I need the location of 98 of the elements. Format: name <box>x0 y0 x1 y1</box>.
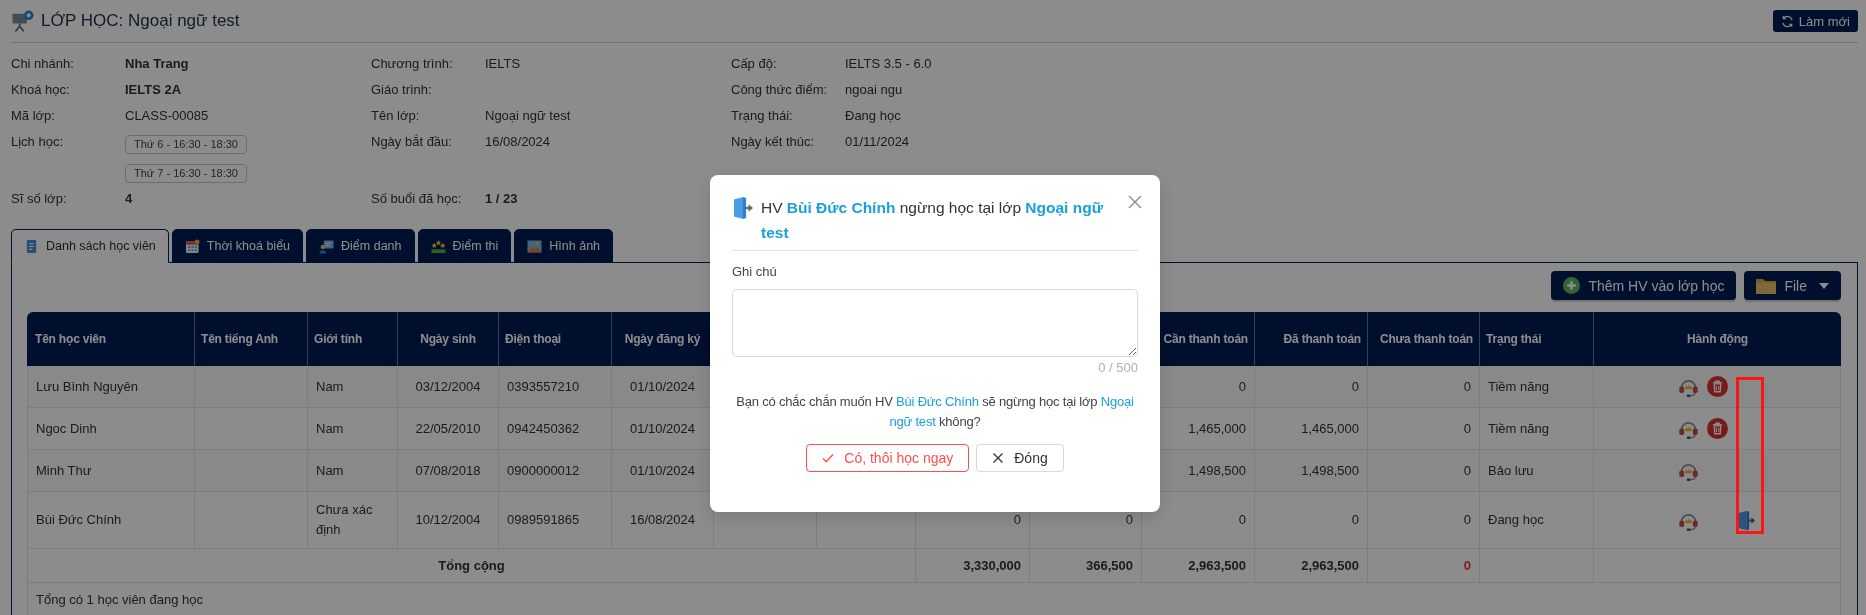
info-label: Chi nhánh: <box>11 55 74 73</box>
total-cell: 366,500 <box>1030 549 1142 583</box>
info-label: Giáo trình: <box>371 81 432 99</box>
character-counter: 0 / 500 <box>1098 360 1138 376</box>
table-cell: 07/08/2018 <box>398 450 499 492</box>
tab[interactable]: Điểm danh <box>306 229 415 263</box>
table-cell: 10/12/2004 <box>398 492 499 549</box>
page-title: LỚP HỌC: Ngoại ngữ test <box>41 11 240 31</box>
table-cell: Bảo lưu <box>1480 450 1594 492</box>
close-button[interactable] <box>1128 195 1142 209</box>
column-header: Hành động <box>1594 312 1841 366</box>
tab[interactable]: Danh sách học viên <box>11 229 169 263</box>
table-cell: Tiềm năng <box>1480 366 1594 408</box>
info-value: 01/11/2024 <box>845 133 910 151</box>
note-field[interactable] <box>732 289 1138 357</box>
table-cell: 0 <box>1368 492 1480 549</box>
column-header: Ngày sinh <box>398 312 499 366</box>
info-value: IELTS 3.5 - 6.0 <box>845 55 932 73</box>
table-cell: Nam <box>308 450 398 492</box>
trash-icon[interactable] <box>1706 376 1728 397</box>
table-cell: 1,498,500 <box>1255 450 1368 492</box>
info-label: Mã lớp: <box>11 107 55 125</box>
plus-icon <box>1563 277 1581 294</box>
total-cell: 3,330,000 <box>916 549 1030 583</box>
table-cell: 0 <box>1368 366 1480 408</box>
file-button[interactable]: File <box>1744 271 1841 300</box>
info-value: Ngoại ngữ test <box>485 107 571 125</box>
refresh-icon <box>1780 14 1794 28</box>
trash-icon[interactable] <box>1706 418 1728 439</box>
easel-icon <box>11 9 34 33</box>
info-value: Đang học <box>845 107 901 125</box>
total-cell: 2,963,500 <box>1255 549 1368 583</box>
summary-text: Tổng có 1 học viên đang học <box>27 583 1841 615</box>
info-label: Công thức điểm: <box>731 81 828 99</box>
info-label: Ngày kết thúc: <box>731 133 815 151</box>
table-cell: Đang học <box>1480 492 1594 549</box>
caret-icon <box>1819 282 1829 289</box>
info-label: Tên lớp: <box>371 107 420 125</box>
info-value: 4 <box>125 190 133 208</box>
column-header: Đã thanh toán <box>1255 312 1368 366</box>
folder-icon <box>1756 277 1777 294</box>
schedule-tag: Thứ 7 - 16:30 - 18:30 <box>125 164 247 183</box>
table-cell: Nam <box>308 366 398 408</box>
confirm-button[interactable]: Có, thôi học ngay <box>806 444 970 472</box>
info-label: Cấp độ: <box>731 55 777 73</box>
calendar-icon <box>184 238 200 254</box>
tab[interactable]: Điểm thi <box>417 229 512 263</box>
info-value: IELTS <box>485 55 521 73</box>
column-header: Điện thoại <box>499 312 612 366</box>
presentation-icon <box>319 238 335 254</box>
info-value: IELTS 2A <box>125 81 182 99</box>
total-label: Tổng cộng <box>27 549 916 583</box>
column-header: Tên tiếng Anh <box>195 312 308 366</box>
confirmation-message: Bạn có chắc chắn muốn HV Bùi Đức Chính sẽ ngừng học tại lớp Ngoại ngữ test không? <box>735 393 1135 431</box>
table-cell: 0 <box>1368 450 1480 492</box>
table-cell: Bùi Đức Chính <box>27 492 195 549</box>
column-header: Tên học viên <box>27 312 195 366</box>
table-cell: Lưu Bình Nguyên <box>27 366 195 408</box>
info-label: Số buổi đã học: <box>371 190 462 208</box>
info-label: Lịch học: <box>11 133 64 151</box>
info-value: 16/08/2024 <box>485 133 551 151</box>
add-student-button[interactable]: Thêm HV vào lớp học <box>1551 271 1737 300</box>
table-cell: 0 <box>1255 366 1368 408</box>
total-cell: 0 <box>1368 549 1480 583</box>
refresh-button[interactable]: Làm mới <box>1772 10 1858 32</box>
info-value: 1 / 23 <box>485 190 518 208</box>
column-header: Chưa thanh toán <box>1368 312 1480 366</box>
table-cell: 0 <box>1255 492 1368 549</box>
total-cell: 2,963,500 <box>1142 549 1255 583</box>
table-cell: Minh Thư <box>27 450 195 492</box>
tab[interactable]: Hình ảnh <box>514 229 614 263</box>
picture-icon <box>527 238 543 254</box>
info-label: Trạng thái: <box>731 107 793 125</box>
close-icon <box>992 452 1005 464</box>
table-cell: 03/12/2004 <box>398 366 499 408</box>
table-cell: 0393557210 <box>499 366 612 408</box>
stars-icon <box>430 238 446 254</box>
info-label: Khoá học: <box>11 81 70 99</box>
cancel-button[interactable]: Đóng <box>976 444 1064 472</box>
dialog-title: HV Bùi Đức Chính ngừng học tại lớp Ngoại ngữ test <box>761 198 1104 243</box>
document-icon <box>24 238 39 254</box>
info-label: Sĩ số lớp: <box>11 190 67 208</box>
close-icon <box>1128 195 1142 209</box>
table-cell: Chưa xác định <box>308 492 398 549</box>
info-value: CLASS-00085 <box>125 107 209 125</box>
exit-door-icon <box>732 196 754 220</box>
field-label: Ghi chú <box>732 263 777 281</box>
check-icon <box>822 452 835 464</box>
info-value: ngoai ngu <box>845 81 903 99</box>
table-cell: 0989591865 <box>499 492 612 549</box>
table-cell: 0900000012 <box>499 450 612 492</box>
info-label: Chương trình: <box>371 55 453 73</box>
column-header: Giới tính <box>308 312 398 366</box>
info-label: Ngày bắt đầu: <box>371 133 452 151</box>
column-header: Trạng thái <box>1480 312 1594 366</box>
tab[interactable]: Thời khoá biểu <box>171 229 304 263</box>
schedule-tag: Thứ 6 - 16:30 - 18:30 <box>125 135 247 154</box>
info-value: Nha Trang <box>125 55 189 73</box>
